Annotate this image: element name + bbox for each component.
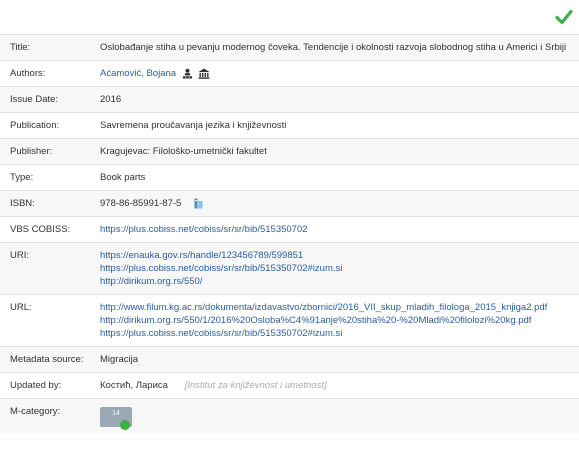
url-link[interactable]: http://dirikum.org.rs/550/1/2016%20Oslob… (100, 314, 569, 327)
row-publisher: Publisher: Kragujevac: Filološko-umetnič… (0, 138, 579, 165)
row-uri: URI: https://enauka.gov.rs/handle/123456… (0, 242, 579, 295)
url-value: http://www.filum.kg.ac.rs/dokumenta/izda… (100, 294, 579, 347)
field-label: M-category: (0, 398, 100, 433)
field-label: Publisher: (0, 138, 100, 165)
uri-value: https://enauka.gov.rs/handle/123456789/5… (100, 242, 579, 295)
issue-date-value: 2016 (100, 86, 579, 113)
field-label: VBS COBISS: (0, 216, 100, 243)
field-label: Updated by: (0, 372, 100, 399)
updated-by-value: Костић, Лариса [Institut za književnost … (100, 372, 579, 399)
row-isbn: ISBN: 978-86-85991-87-5 (0, 190, 579, 217)
uri-link[interactable]: https://enauka.gov.rs/handle/123456789/5… (100, 249, 569, 262)
metadata-source-value: Migracija (100, 346, 579, 373)
updater-name: Костић, Лариса (100, 380, 168, 391)
publisher-value: Kragujevac: Filološko-umetnički fakultet (100, 138, 579, 165)
row-type: Type: Book parts (0, 164, 579, 191)
field-label: URL: (0, 294, 100, 347)
row-issue-date: Issue Date: 2016 (0, 86, 579, 113)
vbs-cobiss-value: https://plus.cobiss.net/cobiss/sr/sr/bib… (100, 216, 579, 243)
field-label: Metadata source: (0, 346, 100, 373)
isbn-value: 978-86-85991-87-5 (100, 190, 579, 217)
institution-icon[interactable] (198, 68, 210, 79)
metadata-table: Title: Oslobađanje stiha u pevanju moder… (0, 34, 579, 433)
field-label: ISBN: (0, 190, 100, 217)
checkmark-icon (555, 9, 573, 25)
m-category-code: 14 (112, 410, 120, 417)
row-publication: Publication: Savremena proučavanja jezik… (0, 112, 579, 139)
cobiss-link[interactable]: https://plus.cobiss.net/cobiss/sr/sr/bib… (100, 223, 569, 236)
publication-value: Savremena proučavanja jezika i književno… (100, 112, 579, 139)
type-value: Book parts (100, 164, 579, 191)
url-link[interactable]: https://plus.cobiss.net/cobiss/sr/sr/bib… (100, 327, 569, 340)
field-label: URI: (0, 242, 100, 295)
field-label: Type: (0, 164, 100, 191)
url-link[interactable]: http://www.filum.kg.ac.rs/dokumenta/izda… (100, 301, 569, 314)
uri-link[interactable]: https://plus.cobiss.net/cobiss/sr/sr/bib… (100, 262, 569, 275)
field-label: Authors: (0, 60, 100, 87)
item-record-page: Title: Oslobađanje stiha u pevanju moder… (0, 0, 579, 454)
row-vbs-cobiss: VBS COBISS: https://plus.cobiss.net/cobi… (0, 216, 579, 243)
title-value: Oslobađanje stiha u pevanju modernog čov… (100, 34, 579, 61)
status-bar (0, 0, 579, 34)
row-updated-by: Updated by: Костић, Лариса [Institut za … (0, 372, 579, 399)
row-authors: Authors: Aćamović, Bojana (0, 60, 579, 87)
row-m-category: M-category: 14 (0, 398, 579, 433)
author-link[interactable]: Aćamović, Bojana (100, 68, 176, 79)
isbn-lookup-icon[interactable] (194, 198, 203, 209)
verified-dot-icon (120, 420, 130, 430)
row-metadata-source: Metadata source: Migracija (0, 346, 579, 373)
isbn-text: 978-86-85991-87-5 (100, 198, 182, 209)
field-label: Publication: (0, 112, 100, 139)
person-network-icon[interactable] (182, 68, 193, 79)
row-url: URL: http://www.filum.kg.ac.rs/dokumenta… (0, 294, 579, 347)
row-title: Title: Oslobađanje stiha u pevanju moder… (0, 34, 579, 61)
uri-link[interactable]: http://dirikum.org.rs/550/ (100, 275, 569, 288)
m-category-value: 14 (100, 398, 579, 433)
field-label: Issue Date: (0, 86, 100, 113)
m-category-badge[interactable]: 14 (100, 407, 132, 430)
updater-institution: [Institut za književnost i umetnost] (184, 380, 327, 391)
field-label: Title: (0, 34, 100, 61)
authors-value: Aćamović, Bojana (100, 60, 579, 87)
